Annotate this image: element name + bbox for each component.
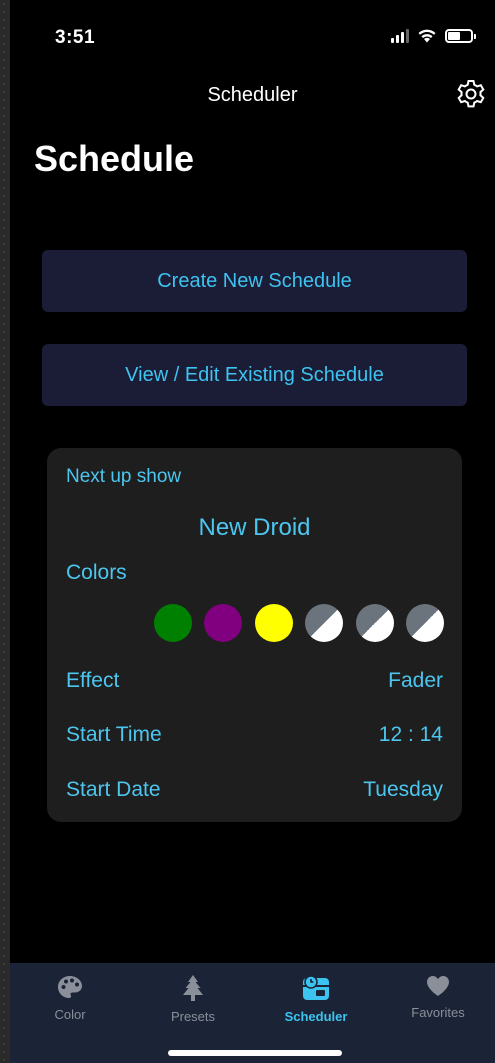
colors-label: Colors bbox=[66, 561, 127, 584]
page-title: Schedule bbox=[34, 138, 195, 179]
effect-label: Effect bbox=[66, 669, 120, 692]
home-indicator bbox=[168, 1050, 342, 1056]
color-swatches bbox=[153, 604, 444, 642]
start-date-row: Start Date Tuesday bbox=[66, 778, 443, 802]
palette-icon bbox=[58, 976, 82, 998]
battery-level bbox=[448, 31, 461, 40]
color-swatch-4 bbox=[305, 604, 343, 642]
settings-button[interactable] bbox=[455, 78, 487, 110]
show-name: New Droid bbox=[198, 514, 311, 541]
tab-favorites-label: Favorites bbox=[411, 1005, 465, 1020]
color-swatch-6 bbox=[406, 604, 444, 642]
nav-title: Scheduler bbox=[207, 84, 298, 106]
start-time-value: 12 : 14 bbox=[378, 723, 443, 746]
tab-presets-label: Presets bbox=[170, 1009, 216, 1024]
start-time-row: Start Time 12 : 14 bbox=[66, 723, 443, 747]
start-date-value: Tuesday bbox=[363, 778, 443, 801]
calendar-clock-icon bbox=[303, 975, 329, 1000]
color-swatch-2 bbox=[204, 604, 242, 642]
color-swatch-3 bbox=[254, 604, 293, 642]
status-icons bbox=[391, 28, 476, 43]
tab-favorites[interactable]: Favorites bbox=[388, 975, 488, 1020]
start-date-label: Start Date bbox=[66, 778, 161, 801]
tab-color[interactable]: Color bbox=[20, 975, 120, 1022]
view-edit-schedule-button[interactable]: View / Edit Existing Schedule bbox=[42, 344, 467, 406]
color-swatch-5 bbox=[355, 604, 394, 642]
tree-icon bbox=[183, 975, 203, 1001]
effect-row: Effect Fader bbox=[66, 669, 443, 693]
tab-scheduler-label: Scheduler bbox=[284, 1009, 348, 1024]
next-up-kicker: Next up show bbox=[66, 466, 182, 487]
battery-icon bbox=[445, 28, 476, 43]
gear-icon bbox=[457, 80, 485, 108]
tab-color-label: Color bbox=[54, 1007, 86, 1022]
color-swatch-1 bbox=[153, 604, 192, 642]
start-time-label: Start Time bbox=[66, 723, 162, 746]
tab-presets[interactable]: Presets bbox=[143, 975, 243, 1024]
cellular-signal-icon bbox=[391, 28, 409, 43]
status-time: 3:51 bbox=[55, 27, 96, 48]
wifi-icon bbox=[418, 29, 436, 43]
create-schedule-button[interactable]: Create New Schedule bbox=[42, 250, 467, 312]
effect-value: Fader bbox=[388, 669, 443, 692]
tab-scheduler[interactable]: Scheduler bbox=[266, 975, 366, 1024]
heart-icon bbox=[427, 976, 449, 996]
next-up-card: Next up show New Droid Colors Effect Fad… bbox=[47, 448, 462, 822]
status-bar: 3:51 bbox=[10, 0, 495, 70]
tab-bar: Color Presets Scheduler Favorites bbox=[10, 963, 495, 1063]
phone-screen: 3:51 Scheduler Schedule Create New Sched… bbox=[10, 0, 495, 1063]
